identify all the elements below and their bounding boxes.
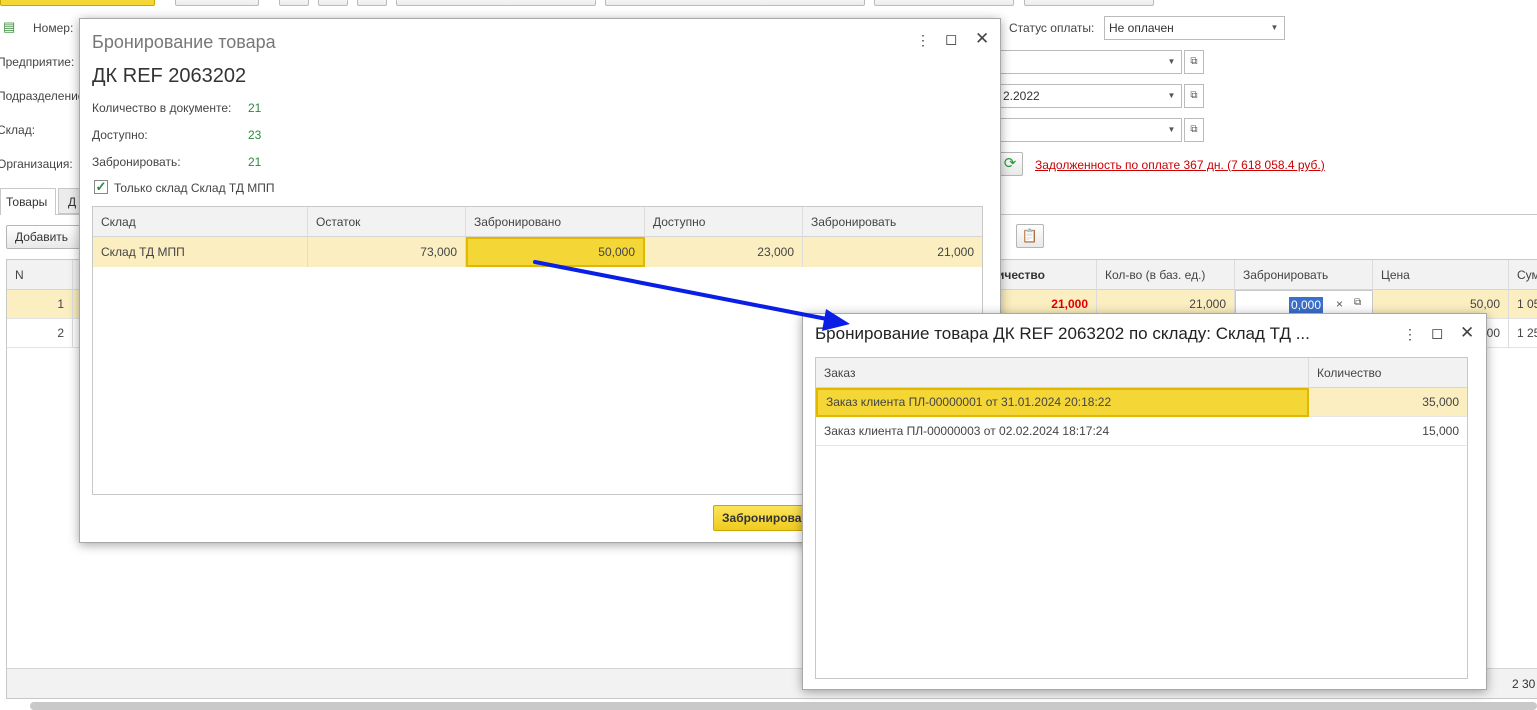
arrow-line — [533, 260, 834, 322]
arrow-head — [822, 309, 850, 331]
annotation-arrow — [533, 260, 850, 331]
